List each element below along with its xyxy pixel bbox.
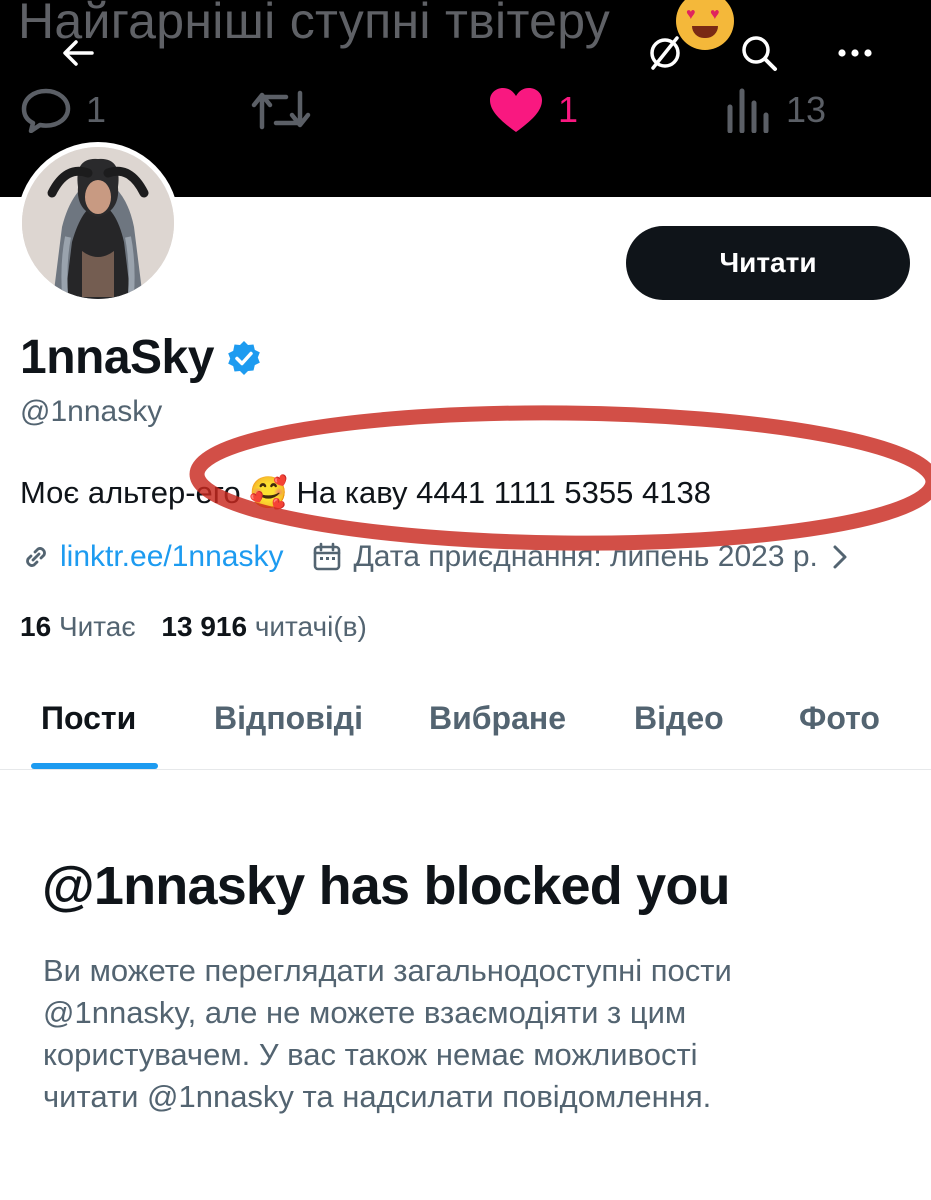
views-chart-icon <box>727 88 769 133</box>
profile-tabs: Пости Відповіді Вибране Відео Фото <box>0 700 931 770</box>
followers-label: читачі(в) <box>254 611 367 642</box>
verified-badge-icon <box>228 340 260 375</box>
calendar-icon <box>314 542 341 571</box>
chevron-right-icon[interactable] <box>828 541 852 573</box>
blocked-message-line: користувачем. У вас також немає можливос… <box>43 1037 698 1072</box>
like-count: 1 <box>558 89 579 130</box>
follow-button[interactable]: Читати <box>626 226 910 300</box>
profile-meta: linktr.ee/1nnasky Дата приєднання: липен… <box>20 540 852 574</box>
more-options-icon[interactable] <box>832 30 878 76</box>
link-icon <box>26 547 46 567</box>
tab-videos[interactable]: Відео <box>634 700 724 737</box>
views-stat: 13 <box>726 85 826 135</box>
reply-icon <box>21 88 71 133</box>
following-label: Читає <box>58 611 136 642</box>
followers-link[interactable]: 13 916 читачі(в) <box>161 611 366 642</box>
blocked-message-line: читати @1nnasky та надсилати повідомленн… <box>43 1079 712 1114</box>
search-icon[interactable] <box>736 30 782 76</box>
blocked-message: Ви можете переглядати загальнодоступні п… <box>43 950 903 1118</box>
bio-text-end: На каву 4441 1111 5355 4138 <box>296 475 711 510</box>
handle: @1nnasky <box>20 395 163 428</box>
banner-caption: Найгарніші ступні твітеру <box>18 0 611 49</box>
retweet-icon <box>251 90 311 130</box>
join-date: Дата приєднання: липень 2023 р. <box>353 540 818 573</box>
bio: Моє альтер-его 🥰 На каву 4441 1111 5355 … <box>20 474 711 511</box>
tab-replies[interactable]: Відповіді <box>214 700 363 737</box>
avatar[interactable] <box>17 142 179 304</box>
display-name: 1nnaSky <box>20 330 262 385</box>
following-count: 16 <box>20 611 52 642</box>
blocked-message-line: @1nnasky, але не можете взаємодіяти з ци… <box>43 995 687 1030</box>
display-name-text: 1nnaSky <box>20 331 214 384</box>
reply-count: 1 <box>86 89 107 130</box>
follow-counts: 16 Читає 13 916 читачі(в) <box>20 611 367 643</box>
active-tab-indicator <box>31 763 158 769</box>
heart-icon <box>490 88 542 132</box>
avatar-photo <box>22 147 174 299</box>
profile-link[interactable]: linktr.ee/1nnasky <box>60 540 283 574</box>
retweet-stat <box>250 85 312 135</box>
blocked-title: @1nnasky has blocked you <box>42 856 731 916</box>
back-arrow-icon[interactable] <box>55 30 101 76</box>
views-count: 13 <box>786 89 827 130</box>
followers-count: 13 916 <box>161 611 248 642</box>
blocked-message-line: Ви можете переглядати загальнодоступні п… <box>43 953 732 988</box>
bio-text-start: Моє альтер-его <box>20 475 241 510</box>
reply-stat: 1 <box>20 85 106 135</box>
translate-icon[interactable] <box>642 30 688 76</box>
tab-posts[interactable]: Пости <box>41 700 136 737</box>
tab-likes[interactable]: Вибране <box>429 700 566 737</box>
smiling-hearts-emoji-icon: 🥰 <box>249 475 288 511</box>
following-link[interactable]: 16 Читає <box>20 611 136 642</box>
tab-photos[interactable]: Фото <box>799 700 880 737</box>
like-stat: 1 <box>488 85 578 135</box>
